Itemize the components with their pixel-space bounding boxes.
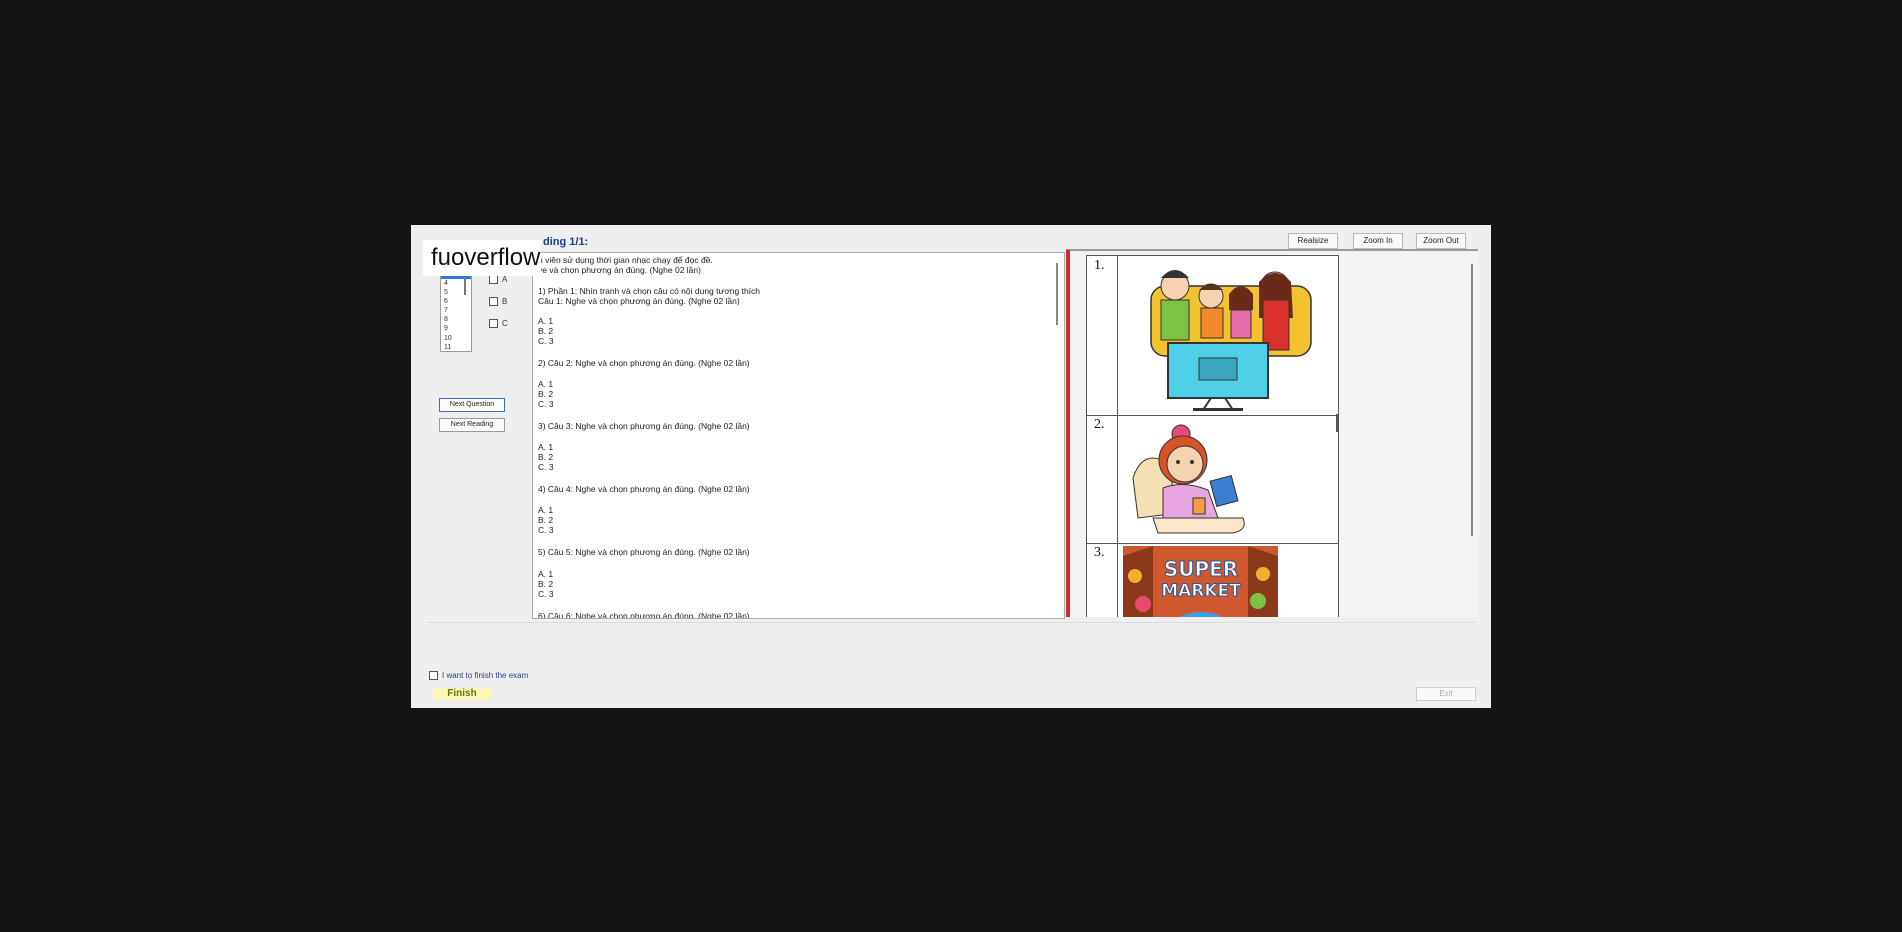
question-line: A. 1 [538,442,554,452]
answer-option-b[interactable]: B [489,297,508,307]
answer-c-label: C [502,319,508,328]
question-line: C. 3 [538,589,554,599]
question-line: ye và chọn phương án đúng. (Nghe 02 lần) [538,265,701,275]
question-line: 6) Câu 6: Nghe và chọn phương án đúng. (… [538,611,750,619]
content-divider [427,622,1477,623]
supermarket-title-word-2: MARKET [1161,581,1241,601]
image-panel-scrollbar[interactable] [1471,264,1473,536]
question-line: 4) Câu 4: Nghe và chọn phương án đúng. (… [538,484,750,494]
answer-option-a[interactable]: A [489,275,508,285]
list-item[interactable]: 10 [441,334,471,343]
list-item[interactable]: 11 [441,343,471,351]
exit-button[interactable]: Exit [1416,687,1476,701]
picture-number: 1. [1094,258,1105,273]
answer-option-c[interactable]: C [489,319,508,329]
next-question-button[interactable]: Next Question [439,398,505,412]
table-divider [1087,415,1338,416]
answer-a-checkbox[interactable] [489,275,498,285]
toolbar-divider [1066,249,1478,251]
answer-b-label: B [502,297,508,306]
question-line: Câu 1: Nghe và chọn phương án đúng. (Ngh… [538,296,740,306]
next-reading-button[interactable]: Next Reading [439,418,505,432]
answer-c-checkbox[interactable] [489,319,498,329]
question-line: B. 2 [538,579,554,589]
list-item[interactable]: 6 [441,297,471,306]
question-line: C. 3 [538,399,554,409]
question-line: B. 2 [538,389,554,399]
question-line: B. 2 [538,515,554,525]
zoom-out-button[interactable]: Zoom Out [1416,233,1466,249]
list-item[interactable]: 9 [441,324,471,333]
question-list[interactable]: 4 5 6 7 8 9 10 11 [440,273,472,352]
list-item[interactable]: 4 [441,279,471,288]
image-resize-handle[interactable] [1336,414,1338,432]
question-line: C. 3 [538,336,554,346]
picture-table: 1. 2. 3. SUPER MARKET [1086,255,1339,617]
question-line: C. 3 [538,462,554,472]
table-divider [1087,543,1338,544]
question-line: A. 1 [538,505,554,515]
picture-number: 3. [1094,545,1105,560]
question-line: A. 1 [538,316,554,326]
list-item[interactable]: 5 [441,288,471,297]
list-item[interactable]: 8 [441,315,471,324]
picture-number: 2. [1094,417,1105,432]
question-line: B. 2 [538,326,554,336]
finish-exam-label[interactable]: I want to finish the exam [442,671,528,680]
realsize-button[interactable]: Realsize [1288,233,1338,249]
finish-exam-checkbox[interactable] [429,671,438,681]
question-line: A. 1 [538,569,554,579]
finish-button[interactable]: Finish [433,688,491,700]
answer-b-checkbox[interactable] [489,297,498,307]
question-line: B. 2 [538,452,554,462]
list-item[interactable]: 7 [441,306,471,315]
answer-a-label: A [502,275,508,284]
family-watching-tv-image [1123,258,1328,413]
question-line: C. 3 [538,525,554,535]
image-panel[interactable]: 1. 2. 3. SUPER MARKET [1070,252,1478,617]
question-text-panel[interactable]: h viên sử dụng thời gian nhạc chạy để đọ… [532,252,1065,619]
zoom-in-button[interactable]: Zoom In [1353,233,1403,249]
finish-exam-row[interactable]: I want to finish the exam [429,671,528,681]
question-line: A. 1 [538,379,554,389]
watermark-label: fuoverflow [423,240,541,276]
question-list-scrollbar[interactable] [464,277,466,295]
supermarket-image: SUPER MARKET [1123,546,1278,617]
question-line: h viên sử dụng thời gian nhạc chạy để đọ… [538,255,713,265]
exam-window: fuoverflow ding 1/1: Realsize Zoom In Zo… [411,225,1491,708]
table-divider [1117,256,1118,617]
question-line: 5) Câu 5: Nghe và chọn phương án đúng. (… [538,547,750,557]
question-line: 1) Phần 1: Nhìn tranh và chọn câu có nội… [538,286,761,296]
question-line: 2) Câu 2: Nghe và chọn phương án đúng. (… [538,358,750,368]
girl-reading-book-image [1123,418,1328,540]
question-panel-scrollbar[interactable] [1056,263,1058,325]
question-line: 3) Câu 3: Nghe và chọn phương án đúng. (… [538,421,750,431]
reading-title: ding 1/1: [543,236,589,248]
supermarket-title-word-1: SUPER [1164,557,1238,581]
